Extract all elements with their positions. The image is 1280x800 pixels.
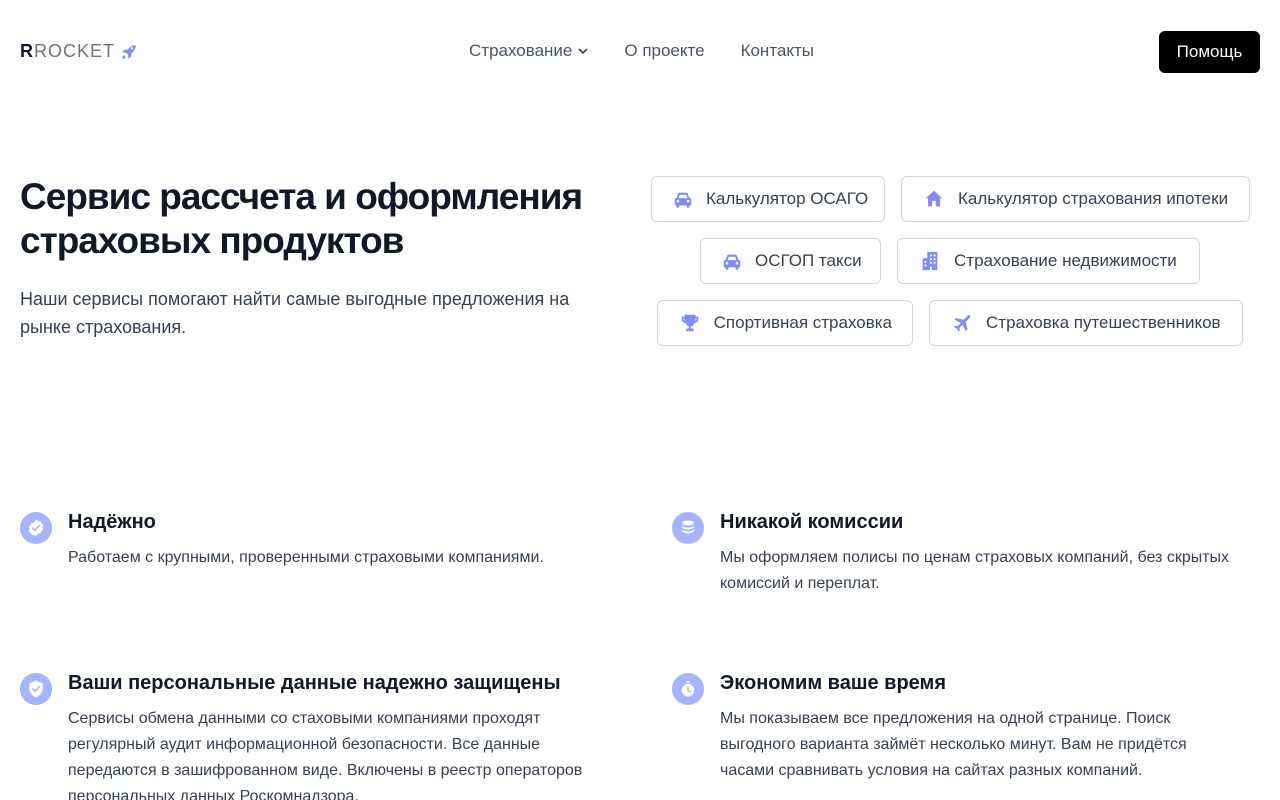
product-label: ОСГОП такси <box>755 251 862 270</box>
feature-title: Никакой комиссии <box>720 511 904 533</box>
product-label: Спортивная страховка <box>713 313 892 332</box>
feature-title: Надёжно <box>68 511 156 533</box>
feature-save-time: Экономим ваше время Мы показываем все пр… <box>672 670 1272 790</box>
feature-title: Экономим ваше время <box>720 672 947 694</box>
feature-no-commission: Никакой комиссии Мы оформляем полисы по … <box>672 509 1272 609</box>
travel-insurance-button[interactable]: Страховка путешественников <box>929 300 1243 346</box>
site-header: R ROCKET Страхование О проекте Контакты … <box>0 0 1280 104</box>
page-title: Сервис рассчета и оформления страховых п… <box>20 176 583 261</box>
stopwatch-icon <box>672 673 704 705</box>
nav-contacts[interactable]: Контакты <box>741 41 814 61</box>
airplane-icon <box>950 311 974 335</box>
osgop-taxi-button[interactable]: ОСГОП такси <box>700 238 881 284</box>
nav-about-label: О проекте <box>624 41 705 60</box>
product-label: Страховка путешественников <box>986 313 1221 332</box>
feature-reliable: Надёжно Работаем с крупными, проверенным… <box>20 509 600 579</box>
car-icon <box>672 187 694 211</box>
feature-text: Мы показываем все предложения на одной с… <box>720 710 1187 779</box>
product-label: Страхование недвижимости <box>954 251 1177 270</box>
osago-calculator-button[interactable]: Калькулятор ОСАГО <box>651 176 885 222</box>
nav-insurance-label: Страхование <box>469 41 573 60</box>
feature-data-protection: Ваши персональные данные надежно защищен… <box>20 670 600 800</box>
main-nav: Страхование О проекте Контакты <box>469 41 814 61</box>
property-insurance-button[interactable]: Страхование недвижимости <box>897 238 1200 284</box>
feature-text: Сервисы обмена данными со стаховыми комп… <box>68 710 583 800</box>
coins-icon <box>672 512 704 544</box>
shield-check-icon <box>20 673 52 705</box>
product-label: Калькулятор ОСАГО <box>706 189 869 208</box>
help-button[interactable]: Помощь <box>1159 31 1260 73</box>
nav-about[interactable]: О проекте <box>624 41 704 61</box>
feature-text: Мы оформляем полисы по ценам страховых к… <box>720 549 1230 592</box>
check-badge-icon <box>20 512 52 544</box>
nav-contacts-label: Контакты <box>740 41 815 60</box>
sports-insurance-button[interactable]: Спортивная страховка <box>657 300 913 346</box>
chevron-down-icon <box>579 48 588 55</box>
rocket-icon <box>120 43 138 61</box>
building-icon <box>918 249 942 273</box>
logo[interactable]: R ROCKET <box>20 41 138 62</box>
car-icon <box>721 249 743 273</box>
mortgage-insurance-calculator-button[interactable]: Калькулятор страхования ипотеки <box>901 176 1250 222</box>
trophy-icon <box>678 311 702 335</box>
logo-text: ROCKET <box>34 41 116 61</box>
feature-title: Ваши персональные данные надежно защищен… <box>68 672 561 694</box>
nav-insurance[interactable]: Страхование <box>469 41 588 61</box>
home-icon <box>922 187 946 211</box>
logo-letter: R <box>20 41 34 61</box>
product-label: Калькулятор страхования ипотеки <box>958 189 1229 208</box>
feature-text: Работаем с крупными, проверенными страхо… <box>68 549 544 566</box>
hero-subtitle: Наши сервисы помогают найти самые выгодн… <box>20 289 570 337</box>
